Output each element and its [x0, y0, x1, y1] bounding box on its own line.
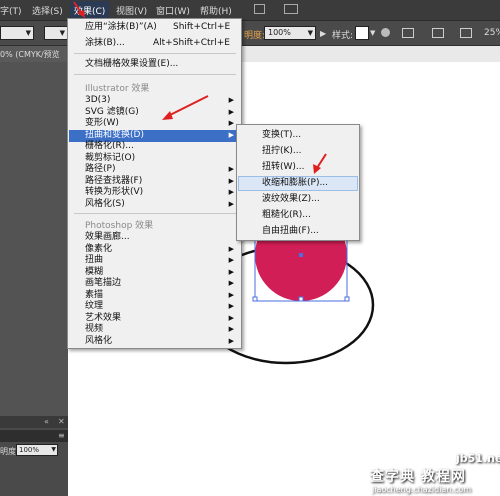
menu-item-smudge[interactable]: 涂抹(B)... Alt+Shift+Ctrl+E	[69, 38, 240, 49]
menu-item-rasterize[interactable]: 栅格化(R)...	[69, 141, 240, 152]
menu-item-label: 像素化	[85, 243, 113, 254]
menu-item-convert-to-shape[interactable]: 转换为形状(V) ▶	[69, 187, 240, 198]
submenu-arrow-icon: ▶	[228, 290, 234, 299]
submenu-arrow-icon: ▶	[228, 313, 234, 322]
effect-menu: 应用“涂抹(B)”(A) Shift+Ctrl+E 涂抹(B)... Alt+S…	[67, 18, 242, 349]
submenu-arrow-icon: ▶	[228, 96, 234, 104]
submenu-arrow-icon: ▶	[228, 267, 234, 276]
menu-item-label: 自由扭曲(F)...	[262, 226, 319, 236]
menu-item-3d[interactable]: 3D(3) ▶	[69, 95, 240, 106]
submenu-arrow-icon: ▶	[228, 165, 234, 173]
menu-item-label: 模糊	[85, 266, 104, 277]
submenu-item-free-distort[interactable]: 自由扭曲(F)...	[238, 226, 358, 237]
menu-item-svg-filters[interactable]: SVG 滤镜(G) ▶	[69, 107, 240, 118]
menu-item-label: 画笔描边	[85, 278, 122, 288]
menu-item-blur[interactable]: 模糊 ▶	[69, 267, 240, 278]
submenu-arrow-icon: ▶	[228, 130, 234, 139]
menu-item-label: 文档栅格效果设置(E)...	[85, 59, 179, 69]
menu-separator	[74, 213, 236, 214]
submenu-arrow-icon: ▶	[228, 244, 234, 253]
menu-item-raster-settings[interactable]: 文档栅格效果设置(E)...	[69, 59, 240, 70]
menu-item-label: 转换为形状(V)	[85, 187, 144, 197]
watermark-url: jiaocheng.chazidian.com	[372, 485, 472, 494]
menu-item-label: 应用“涂抹(B)”(A)	[85, 22, 157, 32]
menu-item-label: 粗糙化(R)...	[262, 210, 311, 220]
menu-item-pixelate[interactable]: 像素化 ▶	[69, 244, 240, 255]
menu-item-shortcut: Alt+Shift+Ctrl+E	[153, 38, 230, 48]
menu-item-shortcut: Shift+Ctrl+E	[173, 22, 231, 32]
submenu-arrow-icon: ▶	[228, 199, 234, 208]
menu-item-distort[interactable]: 扭曲 ▶	[69, 255, 240, 266]
menu-item-path[interactable]: 路径(P) ▶	[69, 164, 240, 175]
menu-item-label: 波纹效果(Z)...	[262, 194, 320, 204]
menu-item-label: SVG 滤镜(G)	[85, 106, 139, 117]
submenu-item-zigzag[interactable]: 波纹效果(Z)...	[238, 194, 358, 205]
menu-item-label: 变形(W)	[85, 118, 119, 128]
submenu-item-roughen[interactable]: 粗糙化(R)...	[238, 210, 358, 221]
menu-item-effect-gallery[interactable]: 效果画廊...	[69, 232, 240, 243]
menu-item-distort-transform[interactable]: 扭曲和变换(D) ▶	[69, 129, 240, 142]
menu-item-label: 效果画廊...	[85, 232, 130, 242]
submenu-arrow-icon: ▶	[228, 325, 234, 333]
menu-item-label: 风格化(S)	[85, 198, 125, 209]
watermark-text: 查字典 教程网	[370, 469, 466, 485]
menu-separator	[74, 74, 236, 75]
selection-handle[interactable]	[252, 296, 258, 302]
menu-separator	[74, 53, 236, 54]
menu-item-label: 路径(P)	[85, 164, 116, 174]
menu-item-video[interactable]: 视频 ▶	[69, 324, 240, 335]
menu-item-label: 扭转(W)...	[262, 162, 305, 172]
menu-item-stylize[interactable]: 风格化(S) ▶	[69, 199, 240, 210]
menu-item-label: 路径查找器(F)	[85, 175, 143, 186]
watermark-site: jb51.net	[456, 452, 500, 465]
menu-item-label: 艺术效果	[85, 312, 122, 323]
menu-item-label: 视频	[85, 324, 104, 334]
menu-item-label: 风格化	[85, 335, 113, 346]
center-point	[299, 253, 303, 257]
menu-item-label: 涂抹(B)...	[85, 38, 125, 48]
menu-item-label: 素描	[85, 289, 104, 300]
menu-item-label: 扭曲和变换(D)	[85, 129, 144, 140]
menu-item-label: 扭曲	[85, 255, 104, 265]
menu-item-brush-strokes[interactable]: 画笔描边 ▶	[69, 278, 240, 289]
menu-item-sketch[interactable]: 素描 ▶	[69, 290, 240, 301]
menu-item-artistic[interactable]: 艺术效果 ▶	[69, 313, 240, 324]
submenu-arrow-icon: ▶	[228, 176, 234, 185]
menu-item-label: 收缩和膨胀(P)...	[262, 178, 329, 188]
menu-item-label: 3D(3)	[85, 95, 111, 105]
menu-item-label: 裁剪标记(O)	[85, 152, 136, 163]
selection-handle[interactable]	[298, 296, 304, 302]
menu-item-warp[interactable]: 变形(W) ▶	[69, 118, 240, 129]
menu-item-texture[interactable]: 纹理 ▶	[69, 301, 240, 312]
submenu-arrow-icon: ▶	[228, 256, 234, 264]
menu-item-ps-stylize[interactable]: 风格化 ▶	[69, 336, 240, 347]
submenu-arrow-icon: ▶	[228, 107, 234, 116]
menu-item-pathfinder[interactable]: 路径查找器(F) ▶	[69, 176, 240, 187]
illustrator-effects-header: Illustrator 效果	[85, 84, 150, 94]
photoshop-effects-header: Photoshop 效果	[85, 221, 154, 231]
submenu-arrow-icon: ▶	[228, 279, 234, 287]
menu-item-crop-marks[interactable]: 裁剪标记(O)	[69, 153, 240, 164]
selection-handle[interactable]	[344, 296, 350, 302]
submenu-arrow-icon: ▶	[228, 119, 234, 127]
submenu-item-transform[interactable]: 变换(T)...	[238, 130, 358, 141]
submenu-arrow-icon: ▶	[228, 336, 234, 345]
menu-item-apply-last[interactable]: 应用“涂抹(B)”(A) Shift+Ctrl+E	[69, 22, 240, 33]
distort-transform-submenu: 变换(T)... 扭拧(K)... 扭转(W)... 收缩和膨胀(P)... 波…	[236, 124, 360, 241]
submenu-item-twist[interactable]: 扭转(W)...	[238, 162, 358, 173]
menu-item-label: 纹理	[85, 301, 104, 311]
submenu-item-tweak[interactable]: 扭拧(K)...	[238, 146, 358, 157]
submenu-item-pucker-bloat[interactable]: 收缩和膨胀(P)...	[238, 176, 358, 191]
submenu-arrow-icon: ▶	[228, 188, 234, 196]
menu-item-label: 栅格化(R)...	[85, 141, 134, 151]
submenu-arrow-icon: ▶	[228, 302, 234, 310]
menu-item-label: 扭拧(K)...	[262, 146, 302, 156]
menu-item-label: 变换(T)...	[262, 130, 302, 140]
